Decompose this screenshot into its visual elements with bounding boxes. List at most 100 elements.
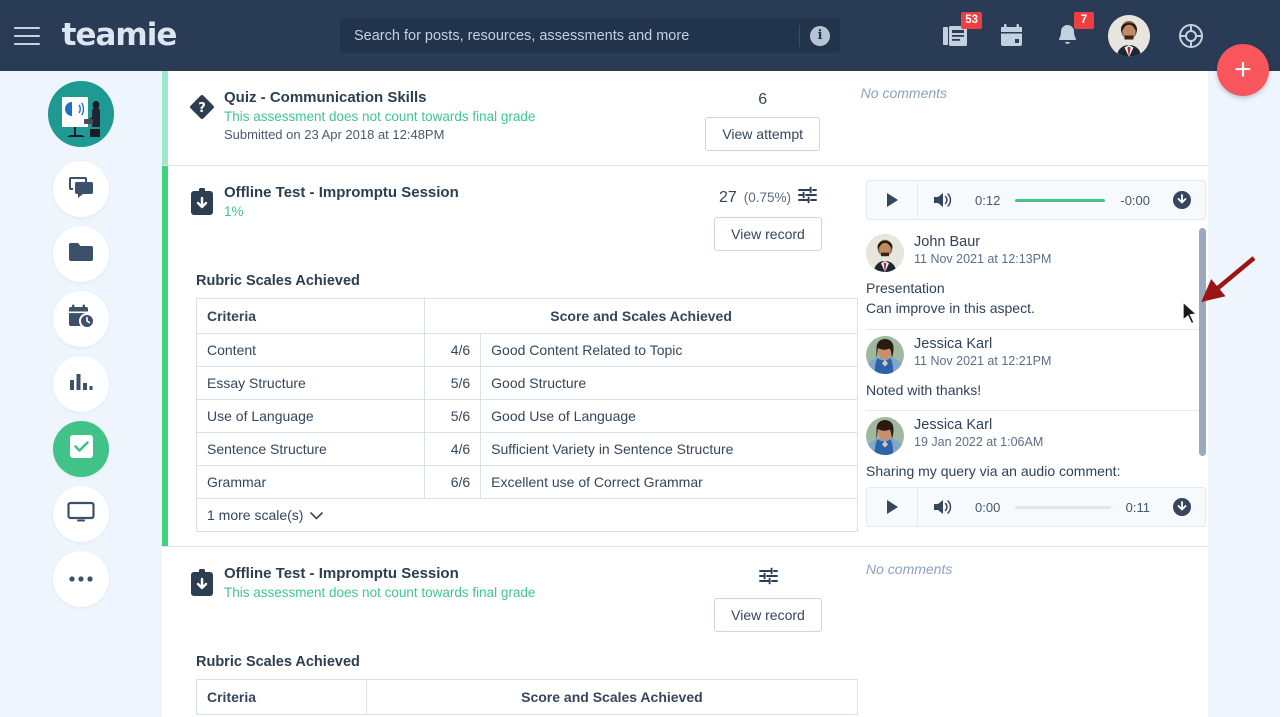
card-accent-bar bbox=[162, 547, 168, 717]
assessment-card: Offline Test - Impromptu Session 1% 27 (… bbox=[162, 166, 1208, 547]
view-attempt-button[interactable]: View attempt bbox=[705, 117, 820, 151]
table-row: Use of Language 5/6 Good Use of Language bbox=[195, 399, 858, 433]
assessments-list[interactable]: ? Quiz - Communication Skills This asses… bbox=[162, 71, 1208, 717]
rubric-criteria: Essay Structure bbox=[195, 366, 426, 400]
rubric-score: 5/6 bbox=[424, 366, 482, 400]
news-feed-icon[interactable]: 53 bbox=[940, 11, 982, 51]
left-sidebar bbox=[0, 71, 162, 717]
hamburger-menu-icon[interactable] bbox=[14, 26, 40, 45]
monitor-icon bbox=[67, 501, 95, 528]
bar-chart-icon bbox=[68, 371, 94, 398]
rubric-table: Criteria Score and Scales Achieved Conte… bbox=[195, 298, 858, 532]
assessment-card: Offline Test - Impromptu Session This as… bbox=[162, 547, 1208, 717]
card-accent-bar bbox=[162, 166, 168, 546]
search-input[interactable]: Search for posts, resources, assessments… bbox=[340, 18, 840, 53]
audio-current-time: 0:12 bbox=[975, 192, 1001, 208]
rubric-criteria: Content bbox=[195, 333, 426, 367]
quiz-diamond-icon: ? bbox=[180, 89, 224, 151]
assessment-score-percent: (0.75%) bbox=[743, 190, 792, 205]
comments-list[interactable]: John Baur 11 Nov 2021 at 12:13PM Present… bbox=[866, 228, 1206, 533]
teamie-logo[interactable]: teamie bbox=[61, 17, 178, 53]
comment-item: Jessica Karl 19 Jan 2022 at 1:06AM Shari… bbox=[866, 411, 1206, 533]
audio-remaining-time: -0:00 bbox=[1120, 192, 1150, 208]
assessment-subtitle: 1% bbox=[224, 204, 244, 219]
chat-bubble-icon bbox=[68, 175, 94, 204]
assessment-title: Offline Test - Impromptu Session bbox=[224, 565, 459, 582]
audio-current-time: 0:00 bbox=[975, 499, 1001, 515]
table-row: Grammar 6/6 Excellent use of Correct Gra… bbox=[195, 465, 858, 499]
more-scales-label: 1 more scale(s) bbox=[207, 507, 304, 523]
avatar bbox=[866, 234, 904, 272]
volume-icon[interactable] bbox=[918, 487, 966, 527]
help-lifebuoy-icon[interactable] bbox=[1176, 21, 1206, 51]
comment-audio-player[interactable]: 0:00 0:11 bbox=[866, 487, 1206, 528]
comment-timestamp: 11 Nov 2021 at 12:13PM bbox=[914, 252, 1052, 266]
column-header-criteria: Criteria bbox=[195, 298, 426, 334]
rubric-heading: Rubric Scales Achieved bbox=[196, 273, 360, 289]
sidebar-item-materials[interactable] bbox=[53, 226, 109, 282]
calendar-icon[interactable] bbox=[996, 21, 1026, 51]
logo-text: teamie bbox=[61, 17, 178, 53]
more-scales-toggle[interactable]: 1 more scale(s) bbox=[197, 499, 857, 531]
column-header-criteria: Criteria bbox=[196, 679, 367, 715]
volume-icon[interactable] bbox=[918, 180, 966, 220]
play-icon[interactable] bbox=[867, 180, 917, 220]
rubric-score: 6/6 bbox=[424, 465, 482, 499]
top-bar-icons: 53 7 bbox=[940, 0, 1206, 71]
notifications-badge: 7 bbox=[1074, 11, 1094, 29]
search-divider bbox=[799, 24, 800, 47]
rubric-score: 4/6 bbox=[424, 333, 482, 367]
comment-author: Jessica Karl bbox=[914, 335, 993, 352]
column-header-score: Score and Scales Achieved bbox=[424, 298, 858, 334]
comment-item: John Baur 11 Nov 2021 at 12:13PM Present… bbox=[866, 228, 1206, 330]
comment-text: Noted with thanks! bbox=[866, 381, 982, 398]
assessment-title: Offline Test - Impromptu Session bbox=[224, 184, 459, 201]
user-avatar[interactable] bbox=[1108, 14, 1150, 57]
tune-sliders-icon[interactable] bbox=[798, 186, 817, 209]
top-navigation-bar: teamie Search for posts, resources, asse… bbox=[0, 0, 1280, 96]
sidebar-item-assessments[interactable] bbox=[53, 421, 109, 477]
table-row: Sentence Structure 4/6 Sufficient Variet… bbox=[195, 432, 858, 466]
audio-progress-bar[interactable] bbox=[1015, 198, 1106, 202]
folder-icon bbox=[67, 241, 95, 268]
sidebar-item-analytics[interactable] bbox=[53, 356, 109, 412]
info-icon[interactable]: i bbox=[810, 25, 830, 46]
comments-scrollbar-track[interactable] bbox=[1199, 228, 1206, 533]
sidebar-item-chat[interactable] bbox=[53, 161, 109, 217]
audio-progress-bar[interactable] bbox=[1015, 505, 1111, 509]
column-header-score: Score and Scales Achieved bbox=[365, 679, 859, 715]
rubric-criteria: Sentence Structure bbox=[195, 432, 426, 466]
sidebar-item-screen[interactable] bbox=[53, 486, 109, 542]
news-feed-badge: 53 bbox=[961, 11, 982, 29]
view-record-button[interactable]: View record bbox=[714, 217, 822, 251]
play-icon[interactable] bbox=[867, 487, 917, 527]
sidebar-item-schedule[interactable] bbox=[53, 291, 109, 347]
audio-player[interactable]: 0:12 -0:00 bbox=[866, 180, 1206, 220]
notifications-bell-icon[interactable]: 7 bbox=[1052, 11, 1094, 51]
comments-scrollbar-thumb[interactable] bbox=[1199, 228, 1206, 456]
tune-sliders-icon[interactable] bbox=[758, 567, 778, 590]
view-record-button[interactable]: View record bbox=[714, 598, 822, 632]
sidebar-item-more[interactable] bbox=[53, 551, 109, 607]
table-row-more[interactable]: 1 more scale(s) bbox=[196, 498, 858, 532]
comment-item: Jessica Karl 11 Nov 2021 at 12:21PM Note… bbox=[866, 330, 1206, 411]
rubric-criteria: Use of Language bbox=[195, 399, 426, 433]
ellipsis-icon bbox=[68, 570, 94, 588]
table-header-row: Criteria Score and Scales Achieved bbox=[195, 298, 858, 334]
table-row: Content 4/6 Good Content Related to Topi… bbox=[195, 333, 858, 367]
comment-author: John Baur bbox=[914, 234, 981, 250]
no-comments-label: No comments bbox=[860, 85, 948, 101]
rubric-score: 5/6 bbox=[424, 399, 482, 433]
course-avatar[interactable] bbox=[48, 81, 114, 147]
no-comments-label: No comments bbox=[866, 561, 953, 577]
rubric-table: Criteria Score and Scales Achieved bbox=[196, 679, 859, 715]
comment-text: Can improve in this aspect. bbox=[866, 300, 1035, 317]
offline-test-icon bbox=[180, 565, 224, 632]
table-row: Essay Structure 5/6 Good Structure bbox=[195, 366, 858, 400]
assessment-card: ? Quiz - Communication Skills This asses… bbox=[162, 71, 1208, 166]
create-new-button[interactable]: + bbox=[1217, 44, 1269, 96]
comment-text: Presentation bbox=[866, 280, 945, 296]
avatar bbox=[866, 335, 904, 374]
download-circle-icon[interactable] bbox=[1159, 180, 1205, 220]
check-square-icon bbox=[68, 433, 95, 465]
